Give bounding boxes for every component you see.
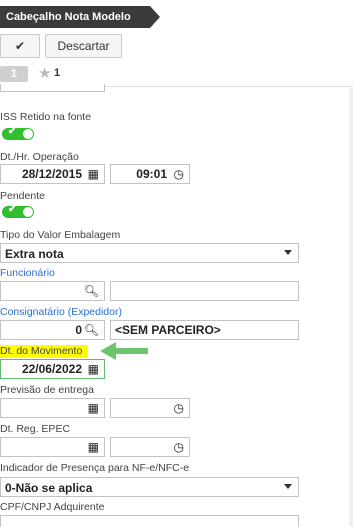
clock-icon[interactable]: ◷: [174, 167, 184, 181]
consignatario-code-field[interactable]: 0 🔍︎: [0, 320, 105, 340]
discard-label: Descartar: [57, 39, 110, 53]
cpf-cnpj-label: CPF/CNPJ Adquirente: [0, 501, 105, 513]
consignatario-code: 0: [75, 323, 82, 337]
search-icon[interactable]: 🔍︎: [84, 323, 99, 337]
check-icon: ✔: [8, 204, 17, 215]
annotation-arrow-icon: [100, 342, 148, 360]
cpf-cnpj-field[interactable]: [0, 515, 299, 527]
clock-icon[interactable]: ◷: [174, 401, 184, 415]
consignatario-name-field[interactable]: <SEM PARCEIRO>: [110, 320, 299, 340]
dt-operacao-label: Dt./Hr. Operação: [0, 151, 79, 163]
chevron-down-icon: [284, 484, 292, 489]
toggle-knob: [23, 129, 33, 139]
tipo-valor-embalagem-select[interactable]: Extra nota: [0, 243, 299, 263]
dt-movimento-label: Dt. do Movimento: [0, 345, 89, 358]
funcionario-label[interactable]: Funcionário: [0, 267, 55, 279]
page-title-text: Cabeçalho Nota Modelo: [6, 11, 131, 23]
chevron-down-icon: [284, 250, 292, 255]
dt-reg-epec-time-field[interactable]: ◷: [110, 437, 190, 457]
dt-movimento-date: 22/06/2022: [21, 362, 82, 376]
calendar-icon[interactable]: ▦: [88, 440, 99, 454]
check-icon: ✔: [14, 39, 26, 53]
clock-icon[interactable]: ◷: [174, 440, 184, 454]
calendar-icon[interactable]: ▦: [88, 167, 99, 181]
consignatario-label[interactable]: Consignatário (Expedidor): [0, 306, 122, 318]
pendente-toggle[interactable]: ✔: [2, 204, 34, 218]
scrollbar[interactable]: [349, 88, 353, 527]
tipo-valor-embalagem-value: Extra nota: [5, 247, 64, 261]
dt-operacao-date: 28/12/2015: [21, 167, 82, 181]
toggle-knob: [23, 207, 33, 217]
consignatario-name: <SEM PARCEIRO>: [115, 323, 221, 337]
dt-operacao-date-field[interactable]: 28/12/2015 ▦: [0, 164, 105, 184]
page-title: Cabeçalho Nota Modelo: [0, 6, 160, 28]
star-icon[interactable]: ★: [38, 64, 51, 82]
dt-operacao-time-field[interactable]: 09:01 ◷: [110, 164, 190, 184]
iss-retido-toggle[interactable]: ✔: [2, 126, 34, 140]
dt-reg-epec-label: Dt. Reg. EPEC: [0, 423, 71, 435]
previsao-entrega-time-field[interactable]: ◷: [110, 398, 190, 418]
funcionario-name-field[interactable]: [110, 281, 299, 301]
check-icon: ✔: [8, 126, 17, 137]
calendar-icon[interactable]: ▦: [88, 401, 99, 415]
star-count: 1: [54, 67, 61, 79]
tab-number-badge[interactable]: 1: [0, 66, 28, 82]
pendente-label: Pendente: [0, 190, 45, 202]
calendar-icon[interactable]: ▦: [88, 362, 99, 376]
confirm-button[interactable]: ✔: [0, 34, 40, 58]
indicador-presenca-label: Indicador de Presença para NF-e/NFC-e: [0, 462, 190, 474]
search-icon[interactable]: 🔍︎: [84, 284, 99, 298]
dt-operacao-time: 09:01: [136, 167, 167, 181]
indicador-presenca-select[interactable]: 0-Não se aplica: [0, 477, 299, 497]
previsao-entrega-date-field[interactable]: ▦: [0, 398, 105, 418]
discard-button[interactable]: Descartar: [45, 34, 122, 58]
funcionario-code-field[interactable]: 🔍︎: [0, 281, 105, 301]
indicador-presenca-value: 0-Não se aplica: [5, 481, 93, 495]
dt-movimento-date-field[interactable]: 22/06/2022 ▦: [0, 359, 105, 379]
iss-retido-label: ISS Retido na fonte: [0, 111, 92, 123]
previsao-entrega-label: Previsão de entrega: [0, 384, 94, 396]
tipo-valor-embalagem-label: Tipo do Valor Embalagem: [0, 229, 121, 241]
previous-field-bottom[interactable]: [0, 84, 105, 92]
dt-reg-epec-date-field[interactable]: ▦: [0, 437, 105, 457]
